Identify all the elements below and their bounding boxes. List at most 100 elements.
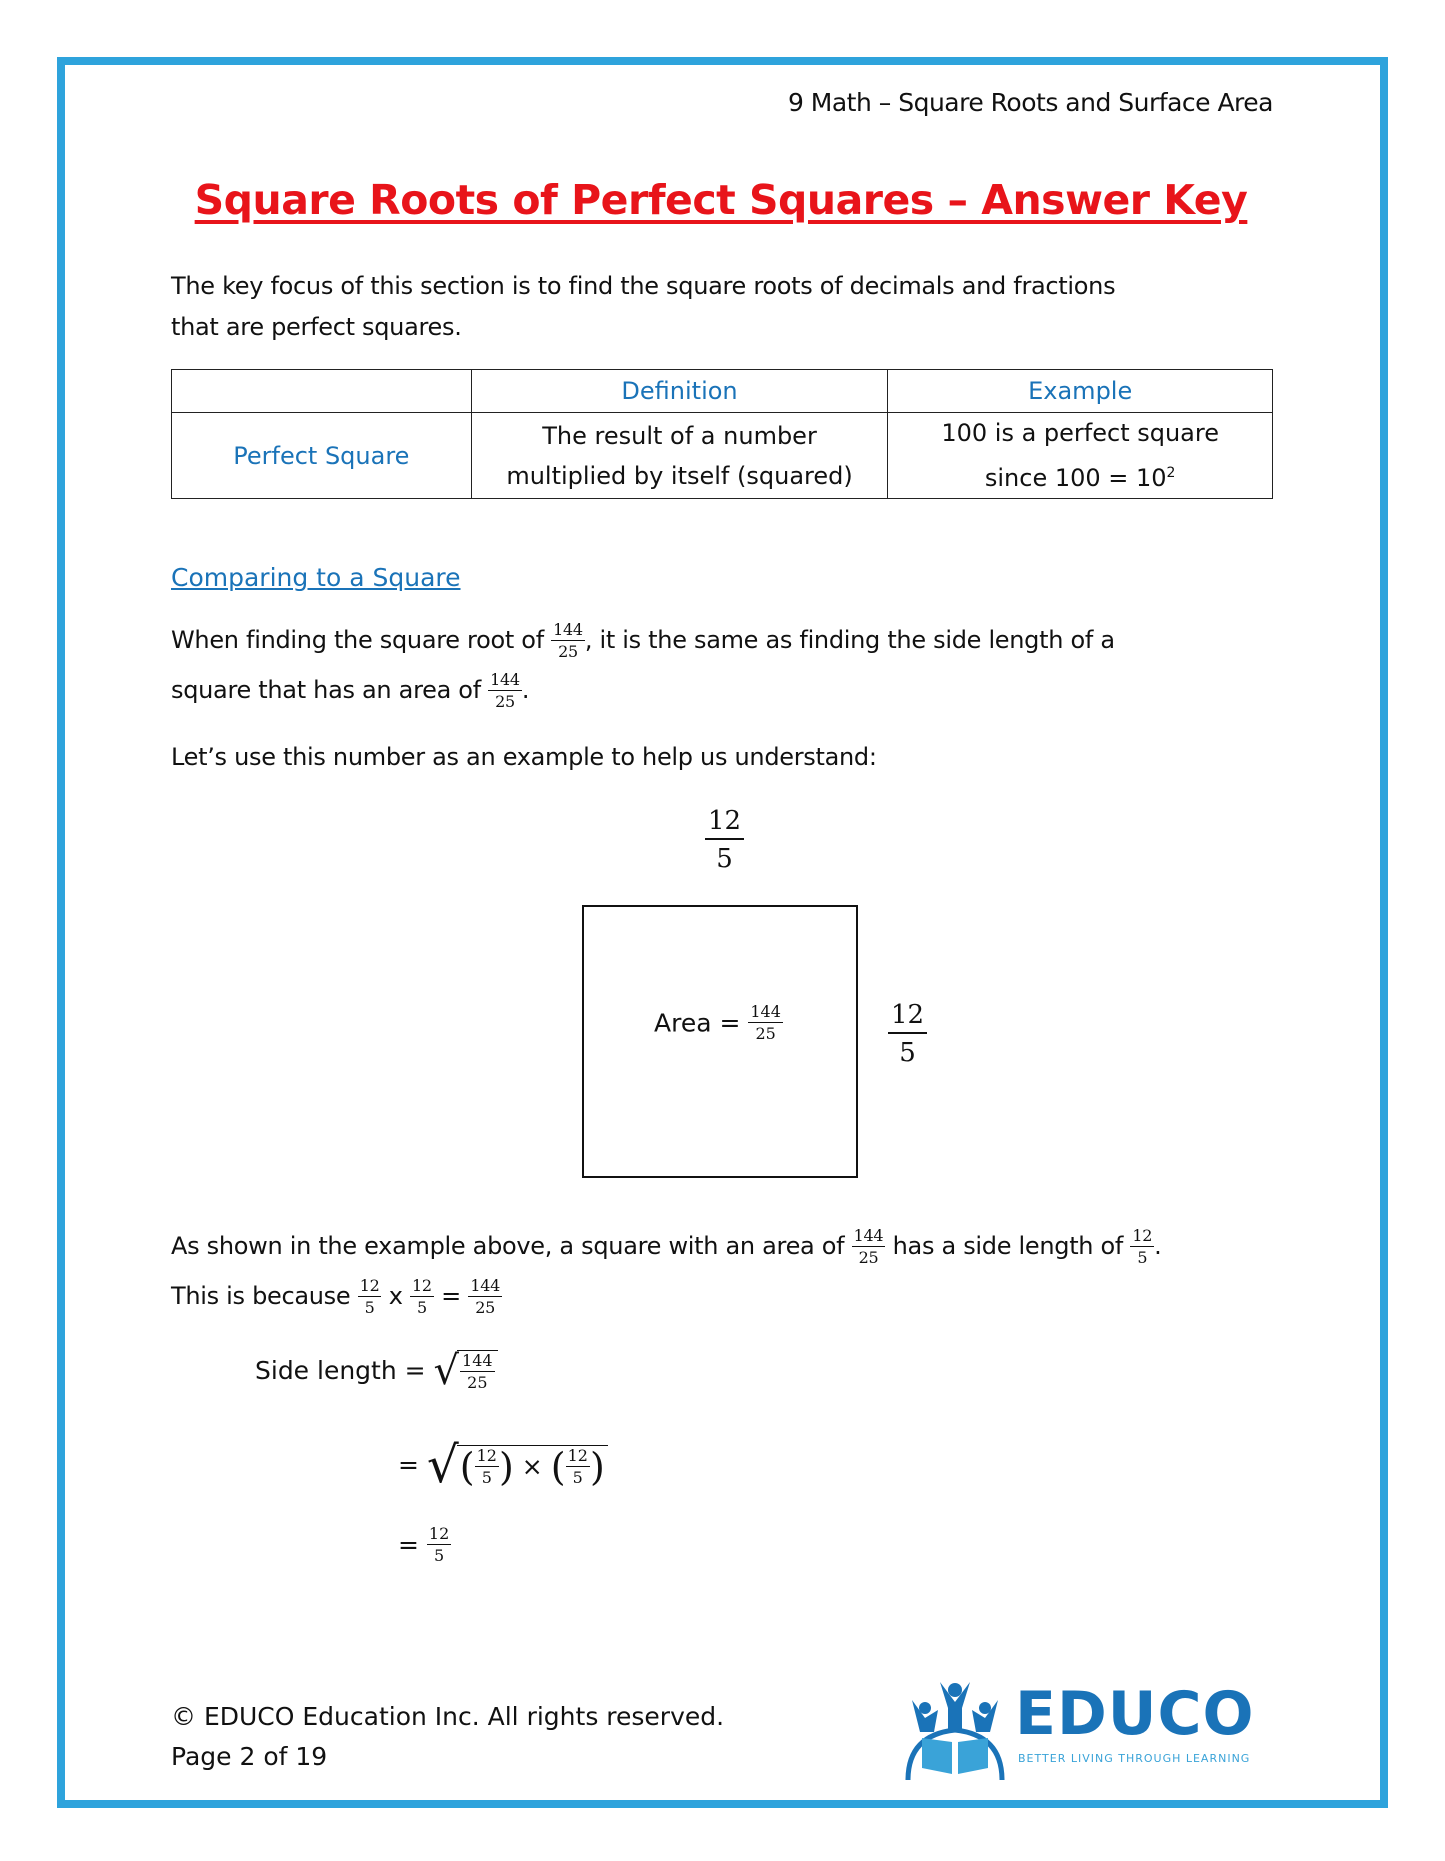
logo-tagline: BETTER LIVING THROUGH LEARNING <box>1018 1752 1251 1765</box>
fraction-12-5: 12 5 <box>426 1524 452 1565</box>
denominator: 5 <box>572 1467 583 1487</box>
numerator: 144 <box>468 1276 502 1297</box>
derivation-line-2: = √ (12 5) × (12 5) <box>398 1440 608 1490</box>
table-header-example: Example <box>887 369 1273 413</box>
fraction-144-25: 144 25 <box>460 1353 495 1391</box>
denominator: 25 <box>467 1373 488 1392</box>
copyright: © EDUCO Education Inc. All rights reserv… <box>171 1702 725 1731</box>
text: . <box>1154 1232 1162 1260</box>
derivation-line-1: Side length = √ 144 25 <box>255 1350 498 1391</box>
fraction-144-25: 144 25 <box>468 1278 502 1316</box>
logo-wordmark: EDUCO <box>1015 1679 1255 1749</box>
denominator: 25 <box>558 642 578 661</box>
educo-logo: EDUCO BETTER LIVING THROUGH LEARNING <box>900 1680 1260 1780</box>
intro-line-1: The key focus of this section is to find… <box>171 272 1116 300</box>
example-line-2: since 100 = 102 <box>888 453 1272 498</box>
right-paren: ) <box>589 1444 605 1489</box>
top-side-label: 12 5 <box>705 808 745 874</box>
section-heading: Comparing to a Square <box>171 563 461 592</box>
numerator: 12 <box>888 1002 928 1034</box>
denominator: 25 <box>475 1298 496 1317</box>
times-sign: x <box>388 1282 403 1310</box>
fraction-144-25: 144 25 <box>551 622 585 660</box>
text: . <box>521 676 530 704</box>
definition-table: Definition Example Perfect Square The re… <box>171 369 1273 499</box>
denominator: 5 <box>899 1038 916 1068</box>
fraction-12-5: 12 5 <box>1130 1226 1155 1267</box>
denominator: 5 <box>416 1298 427 1317</box>
definition-line-2: multiplied by itself (squared) <box>506 461 853 490</box>
denominator: 5 <box>1137 1248 1148 1267</box>
numerator: 12 <box>705 808 745 840</box>
denominator: 5 <box>364 1298 375 1317</box>
numerator: 12 <box>426 1524 452 1545</box>
equals-sign: = <box>441 1282 461 1310</box>
numerator: 144 <box>488 670 522 691</box>
left-paren: ( <box>459 1444 475 1489</box>
equals-sign: = <box>398 1450 419 1480</box>
numerator: 12 <box>474 1445 499 1467</box>
definition-cell: The result of a number multiplied by its… <box>470 412 889 499</box>
denominator: 25 <box>495 692 515 711</box>
fraction-144-25: 144 25 <box>851 1228 886 1267</box>
numerator: 144 <box>460 1351 495 1372</box>
fraction-12-5: 12 5 <box>410 1278 434 1316</box>
text: square that has an area of <box>171 676 489 704</box>
numerator: 12 <box>1130 1226 1155 1247</box>
left-paren: ( <box>550 1444 566 1489</box>
fraction-12-5: 12 5 <box>357 1276 382 1317</box>
radical-icon: √ <box>426 1436 459 1494</box>
page-title: Square Roots of Perfect Squares – Answer… <box>194 176 1248 224</box>
intro-line-2: that are perfect squares. <box>171 313 462 341</box>
equals-sign: = <box>398 1530 419 1560</box>
logo-people-book-icon <box>905 1682 1005 1780</box>
derivation-line-3: = 12 5 <box>398 1524 452 1565</box>
right-paren: ) <box>498 1444 514 1489</box>
explanation-line-2: This is because 12 5 x 12 5 = 144 25 <box>171 1278 502 1316</box>
definition-line-1: The result of a number <box>542 421 817 450</box>
fraction-12-5: 12 5 <box>474 1445 499 1487</box>
side-length-label: Side length = <box>255 1356 426 1385</box>
table-header-definition: Definition <box>470 369 889 413</box>
text: , it is the same as finding the side len… <box>584 626 1115 654</box>
exponent: 2 <box>1166 465 1176 481</box>
sqrt-product: √ (12 5) × (12 5) <box>427 1440 608 1490</box>
fraction-144-25: 144 25 <box>488 672 522 710</box>
radicand: 144 25 <box>457 1350 498 1391</box>
example-line-1: 100 is a perfect square <box>941 419 1219 447</box>
section-para-line-2: square that has an area of 144 25. <box>171 672 529 710</box>
numerator: 144 <box>748 1002 783 1023</box>
denominator: 25 <box>858 1248 879 1267</box>
example-text: since 100 = 10 <box>984 464 1167 492</box>
fraction-12-5: 12 5 <box>705 808 745 874</box>
area-label: Area = 144 25 <box>654 1004 783 1042</box>
text: When finding the square root of <box>171 626 552 654</box>
text: has a side length of <box>885 1232 1131 1260</box>
numerator: 12 <box>565 1445 590 1467</box>
numerator: 144 <box>551 620 585 641</box>
term-cell: Perfect Square <box>171 412 472 499</box>
denominator: 25 <box>755 1024 776 1043</box>
table-row: Perfect Square The result of a number mu… <box>171 412 1273 499</box>
radical-icon: √ <box>433 1347 460 1394</box>
course-header: 9 Math – Square Roots and Surface Area <box>787 88 1274 117</box>
times-sign: × <box>521 1452 543 1481</box>
section-para-line-1: When finding the square root of 144 25, i… <box>171 622 1115 660</box>
denominator: 5 <box>481 1467 492 1487</box>
table-header-empty <box>171 369 472 413</box>
explanation-line-1: As shown in the example above, a square … <box>171 1228 1162 1266</box>
fraction-144-25: 144 25 <box>748 1004 783 1042</box>
page-number: Page 2 of 19 <box>171 1742 328 1771</box>
numerator: 12 <box>410 1276 434 1297</box>
fraction-12-5: 12 5 <box>565 1445 590 1487</box>
sqrt-144-25: √ 144 25 <box>434 1350 498 1391</box>
denominator: 5 <box>433 1546 445 1565</box>
example-cell: 100 is a perfect square since 100 = 102 <box>887 412 1273 499</box>
radicand: (12 5) × (12 5) <box>456 1444 608 1489</box>
section-para-line-3: Let’s use this number as an example to h… <box>171 743 877 771</box>
denominator: 5 <box>716 844 733 874</box>
table-header-row: Definition Example <box>171 369 1273 413</box>
text: This is because <box>171 1282 358 1310</box>
numerator: 12 <box>357 1276 382 1297</box>
area-text: Area = <box>654 1008 749 1038</box>
